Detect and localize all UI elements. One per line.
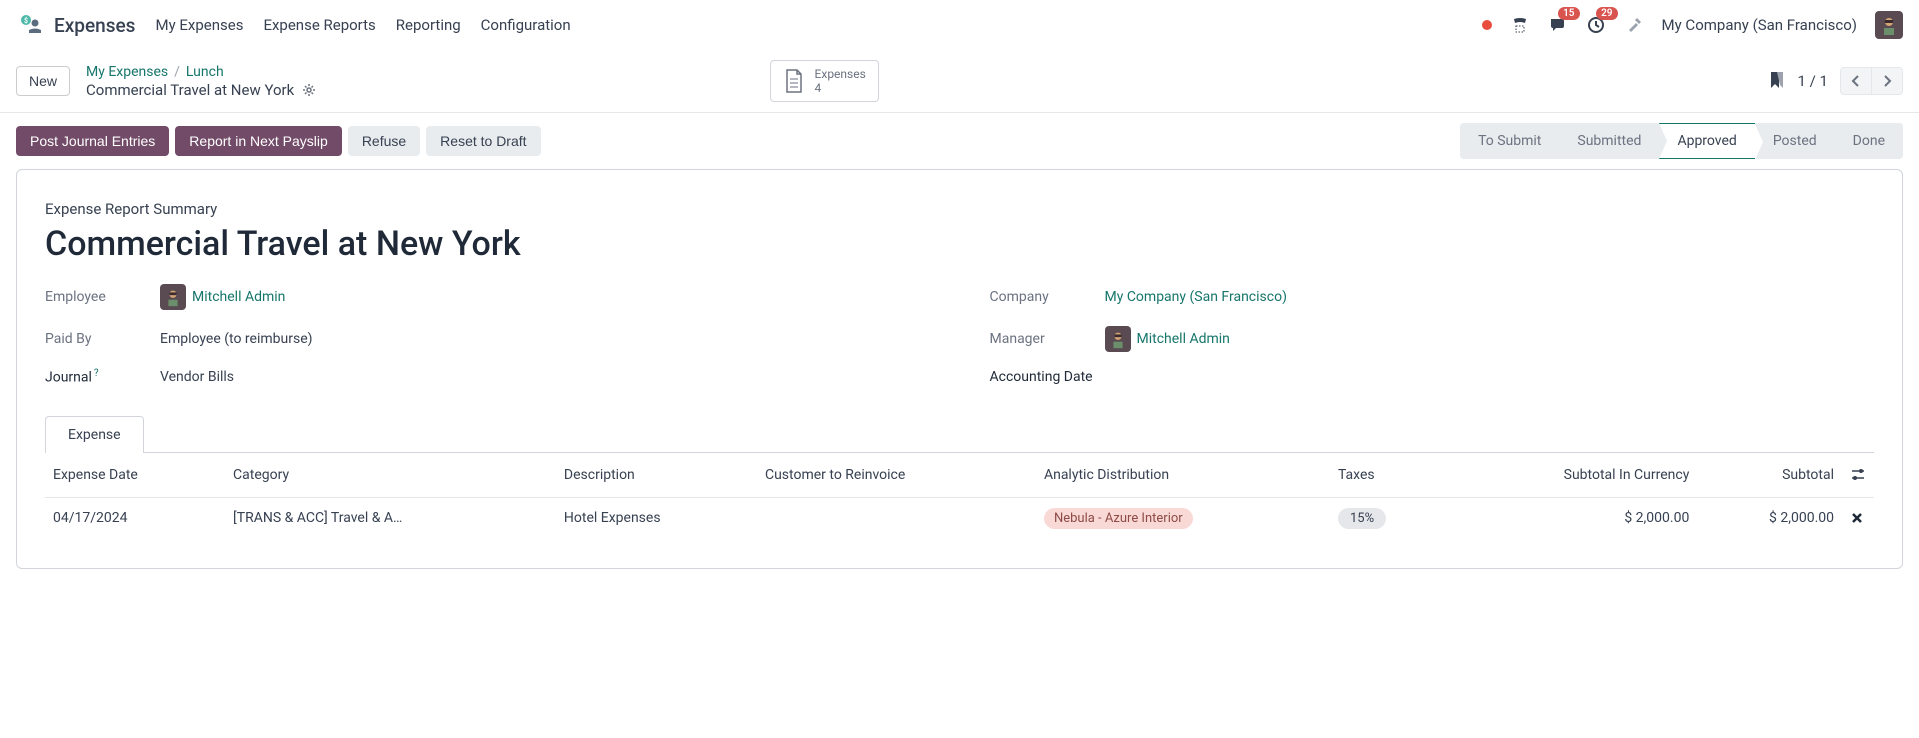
svg-text:$: $: [24, 17, 28, 25]
th-date[interactable]: Expense Date: [45, 453, 225, 498]
employee-avatar: [160, 284, 186, 310]
document-icon: [783, 68, 805, 94]
nav-expense-reports[interactable]: Expense Reports: [263, 16, 375, 34]
tabs: Expense: [45, 416, 1874, 453]
report-in-payslip-button[interactable]: Report in Next Payslip: [175, 126, 342, 156]
breadcrumb: My Expenses / Lunch: [86, 64, 316, 80]
th-customer[interactable]: Customer to Reinvoice: [757, 453, 1036, 498]
status-posted[interactable]: Posted: [1755, 123, 1835, 159]
pager-prev-button[interactable]: [1841, 68, 1872, 94]
expense-table: Expense Date Category Description Custom…: [45, 453, 1874, 538]
recording-indicator-icon: [1482, 20, 1492, 30]
app-icon: $: [16, 11, 44, 39]
breadcrumb-lunch[interactable]: Lunch: [186, 64, 224, 80]
company-value[interactable]: My Company (San Francisco): [1105, 289, 1287, 305]
th-subtotal[interactable]: Subtotal: [1697, 453, 1842, 498]
app-title[interactable]: Expenses: [54, 14, 135, 37]
status-to-submit[interactable]: To Submit: [1460, 123, 1559, 159]
post-journal-entries-button[interactable]: Post Journal Entries: [16, 126, 169, 156]
messages-badge: 15: [1558, 7, 1579, 20]
nav-configuration[interactable]: Configuration: [481, 16, 571, 34]
manager-value[interactable]: Mitchell Admin: [1137, 331, 1230, 347]
status-approved[interactable]: Approved: [1659, 123, 1754, 159]
tools-icon[interactable]: [1624, 15, 1644, 35]
breadcrumb-title: Commercial Travel at New York: [86, 81, 294, 99]
th-analytic[interactable]: Analytic Distribution: [1036, 453, 1330, 498]
status-submitted[interactable]: Submitted: [1559, 123, 1659, 159]
refuse-button[interactable]: Refuse: [348, 126, 420, 156]
record-title[interactable]: Commercial Travel at New York: [45, 224, 1874, 264]
employee-label: Employee: [45, 289, 160, 305]
top-nav: $ Expenses My Expenses Expense Reports R…: [0, 0, 1919, 50]
breadcrumb-my-expenses[interactable]: My Expenses: [86, 64, 168, 80]
stat-count: 4: [815, 81, 866, 95]
journal-label: Journal?: [45, 368, 160, 386]
th-category[interactable]: Category: [225, 453, 556, 498]
messages-icon[interactable]: 15: [1548, 15, 1568, 35]
cell-customer[interactable]: [757, 497, 1036, 538]
manager-label: Manager: [990, 331, 1105, 347]
bookmark-icon[interactable]: [1769, 71, 1785, 91]
activities-badge: 29: [1596, 7, 1617, 20]
status-done[interactable]: Done: [1835, 123, 1903, 159]
reset-to-draft-button[interactable]: Reset to Draft: [426, 126, 540, 156]
delete-row-icon[interactable]: [1842, 497, 1874, 538]
form-sheet: Expense Report Summary Commercial Travel…: [16, 169, 1903, 569]
activities-icon[interactable]: 29: [1586, 15, 1606, 35]
th-taxes[interactable]: Taxes: [1330, 453, 1444, 498]
nav-links: My Expenses Expense Reports Reporting Co…: [155, 16, 570, 34]
paid-by-label: Paid By: [45, 331, 160, 347]
pager-next-button[interactable]: [1872, 68, 1902, 94]
gear-icon[interactable]: [302, 83, 316, 97]
company-label: Company: [990, 289, 1105, 305]
expenses-stat-button[interactable]: Expenses 4: [770, 60, 879, 102]
phone-icon[interactable]: [1510, 15, 1530, 35]
breadcrumb-bar: New My Expenses / Lunch Commercial Trave…: [0, 50, 1919, 113]
cell-analytic[interactable]: Nebula - Azure Interior: [1036, 497, 1330, 538]
cell-subtotal[interactable]: $ 2,000.00: [1697, 497, 1842, 538]
nav-reporting[interactable]: Reporting: [396, 16, 461, 34]
cell-description[interactable]: Hotel Expenses: [556, 497, 757, 538]
accounting-date-label: Accounting Date: [990, 369, 1130, 385]
paid-by-value[interactable]: Employee (to reimburse): [160, 331, 313, 347]
manager-avatar: [1105, 326, 1131, 352]
table-row[interactable]: 04/17/2024 [TRANS & ACC] Travel & A… Hot…: [45, 497, 1874, 538]
new-button[interactable]: New: [16, 66, 70, 96]
th-description[interactable]: Description: [556, 453, 757, 498]
action-bar: Post Journal Entries Report in Next Pays…: [0, 113, 1919, 169]
th-subtotal-currency[interactable]: Subtotal In Currency: [1444, 453, 1697, 498]
summary-label: Expense Report Summary: [45, 200, 1874, 218]
journal-value[interactable]: Vendor Bills: [160, 369, 234, 385]
cell-date[interactable]: 04/17/2024: [45, 497, 225, 538]
user-avatar[interactable]: [1875, 11, 1903, 39]
employee-value[interactable]: Mitchell Admin: [192, 289, 285, 305]
cell-taxes[interactable]: 15%: [1330, 497, 1444, 538]
company-selector[interactable]: My Company (San Francisco): [1662, 16, 1857, 34]
tab-expense[interactable]: Expense: [45, 416, 144, 453]
cell-category[interactable]: [TRANS & ACC] Travel & A…: [225, 497, 556, 538]
column-settings-icon[interactable]: [1842, 453, 1874, 498]
pager-text: 1 / 1: [1797, 72, 1828, 90]
nav-my-expenses[interactable]: My Expenses: [155, 16, 243, 34]
cell-subtotal-currency[interactable]: $ 2,000.00: [1444, 497, 1697, 538]
stat-label: Expenses: [815, 67, 866, 81]
status-bar: To Submit Submitted Approved Posted Done: [1460, 123, 1903, 159]
help-icon[interactable]: ?: [94, 368, 99, 379]
